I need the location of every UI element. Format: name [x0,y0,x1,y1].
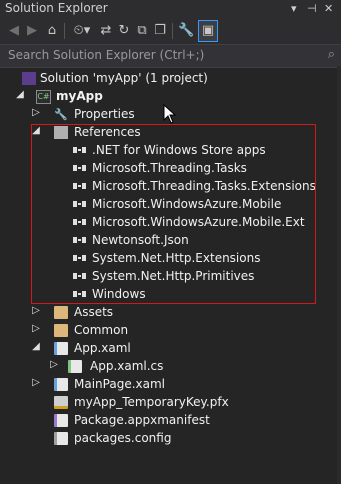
mainpage-label: MainPage.xaml [74,377,165,391]
csharp-file-icon [68,360,82,373]
collapsed-arrow-icon[interactable]: ▷ [30,107,42,118]
tree-item-app-xaml-cs[interactable]: ▷ App.xaml.cs [0,358,341,376]
wrench-icon: 🔧 [54,108,68,121]
assets-label: Assets [74,305,114,319]
reference-label: Microsoft.Threading.Tasks.Extensions [92,179,316,193]
reference-label: Microsoft.WindowsAzure.Mobile.Ext [92,215,305,229]
reference-item[interactable]: Microsoft.WindowsAzure.Mobile [0,196,341,214]
reference-item[interactable]: Microsoft.WindowsAzure.Mobile.Ext [0,214,341,232]
close-icon[interactable]: ✕ [324,2,333,15]
reference-label: System.Net.Http.Extensions [92,251,261,265]
tree-item-mainpage[interactable]: ▷ MainPage.xaml [0,376,341,394]
certificate-file-icon [54,396,68,409]
manifest-file-icon [54,414,68,427]
mouse-cursor-icon [163,104,177,124]
history-icon[interactable]: ⏲▾ [70,21,94,41]
reference-item[interactable]: Windows [0,286,341,304]
reference-label: Newtonsoft.Json [92,233,189,247]
app-xaml-label: App.xaml [74,341,131,355]
reference-item[interactable]: Microsoft.Threading.Tasks [0,160,341,178]
back-icon[interactable]: ◀ [6,21,22,41]
packages-config-label: packages.config [74,431,172,445]
home-icon[interactable]: ⌂ [44,21,60,41]
reference-item[interactable]: Microsoft.Threading.Tasks.Extensions [0,178,341,196]
reference-label: Microsoft.WindowsAzure.Mobile [92,197,282,211]
reference-label: Microsoft.Threading.Tasks [92,161,247,175]
expanded-arrow-icon[interactable]: ◢ [30,125,42,136]
common-label: Common [74,323,129,337]
collapse-all-icon[interactable]: ⧉ [134,21,150,41]
reference-item[interactable]: .NET for Windows Store apps [0,142,341,160]
search-icon[interactable]: ⌕ [328,47,335,62]
collapsed-arrow-icon[interactable]: ▷ [30,323,42,334]
scrollbar[interactable] [337,66,341,484]
expanded-arrow-icon[interactable]: ◢ [30,341,42,352]
project-label: myApp [56,89,103,103]
folder-icon [54,324,68,337]
references-label: References [74,125,141,139]
csharp-project-icon: C# [36,90,51,104]
solution-label: Solution 'myApp' (1 project) [40,71,208,85]
tree-item-references[interactable]: ◢ References [0,124,341,142]
dropdown-icon[interactable]: ▾ [291,2,297,15]
manifest-label: Package.appxmanifest [74,413,210,427]
tree-item-app-xaml[interactable]: ◢ App.xaml [0,340,341,358]
toolbar-separator [64,23,65,39]
reference-label: System.Net.Http.Primitives [92,269,255,283]
preview-icon[interactable]: ▣ [198,20,218,42]
properties-label: Properties [74,107,135,121]
references-folder-icon [54,126,68,139]
search-bar[interactable]: Search Solution Explorer (Ctrl+;) ⌕ [0,44,341,68]
temporary-key-label: myApp_TemporaryKey.pfx [74,395,229,409]
tree-item-temporary-key[interactable]: myApp_TemporaryKey.pfx [0,394,341,412]
tree-item-solution[interactable]: Solution 'myApp' (1 project) [0,70,341,88]
app-xaml-cs-label: App.xaml.cs [90,359,164,373]
refresh-icon[interactable]: ↻ [116,21,132,41]
forward-icon[interactable]: ▶ [24,21,40,41]
reference-label: .NET for Windows Store apps [92,143,266,157]
tree-item-common[interactable]: ▷ Common [0,322,341,340]
xaml-file-icon [54,342,68,355]
reference-item[interactable]: Newtonsoft.Json [0,232,341,250]
properties-wrench-icon[interactable]: 🔧 [178,21,194,41]
xaml-file-icon [54,378,68,391]
solution-icon [22,72,36,85]
reference-label: Windows [92,287,146,301]
expanded-arrow-icon[interactable]: ◢ [14,89,26,100]
window-title: Solution Explorer [5,1,108,15]
toolbar-separator [172,23,173,39]
reference-item[interactable]: System.Net.Http.Extensions [0,250,341,268]
collapsed-arrow-icon[interactable]: ▷ [30,305,42,316]
folder-icon [54,306,68,319]
collapsed-arrow-icon[interactable]: ▷ [48,359,60,370]
pin-icon[interactable]: ⊣ [307,2,317,15]
collapsed-arrow-icon[interactable]: ▷ [30,377,42,388]
toolbar: ◀ ▶ ⌂ ⏲▾ ⇄ ↻ ⧉ ❐ 🔧 ▣ [0,18,341,44]
title-bar: Solution Explorer ▾ ⊣ ✕ [0,0,341,18]
tree-item-assets[interactable]: ▷ Assets [0,304,341,322]
tree-item-manifest[interactable]: Package.appxmanifest [0,412,341,430]
show-all-files-icon[interactable]: ❐ [152,21,168,41]
sync-icon[interactable]: ⇄ [98,21,114,41]
search-input[interactable]: Search Solution Explorer (Ctrl+;) [8,48,204,62]
tree-item-packages-config[interactable]: packages.config [0,430,341,448]
reference-item[interactable]: System.Net.Http.Primitives [0,268,341,286]
config-file-icon [54,432,68,445]
